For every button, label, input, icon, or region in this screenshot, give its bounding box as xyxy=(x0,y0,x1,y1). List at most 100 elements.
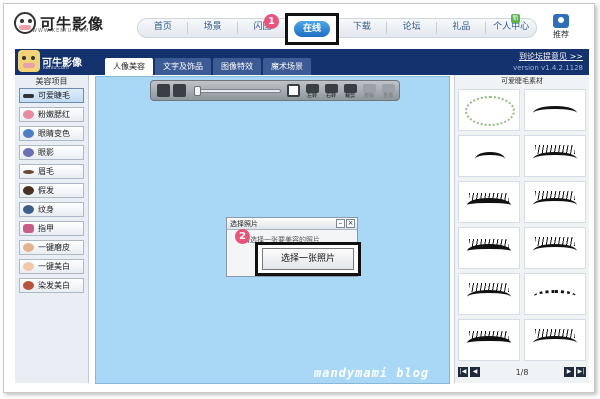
actual-size-icon[interactable] xyxy=(287,84,300,97)
eyelash-icon xyxy=(475,152,505,166)
zoom-slider-knob[interactable] xyxy=(194,86,201,96)
tool-label: 眼睛变色 xyxy=(38,129,70,138)
browser-frame: 可牛影像 WWW.KENIU.COM 首页 场景 闪图 下载 论坛 礼品 个人中… xyxy=(3,3,595,393)
app-tabs: 人像美容 文字及饰品 图像特效 魔术场景 xyxy=(105,58,311,75)
tool-eyeshadow[interactable]: 眼影 xyxy=(19,145,84,160)
material-thumb[interactable] xyxy=(524,273,586,315)
nav-flash[interactable]: 闪图 xyxy=(238,18,288,38)
blush-icon xyxy=(23,110,34,119)
rotate-left-button[interactable]: 左转 xyxy=(303,84,321,100)
material-thumb[interactable] xyxy=(458,273,520,315)
tab-magic-scene[interactable]: 魔术场景 xyxy=(263,58,311,75)
tool-smooth-skin[interactable]: 一键磨皮 xyxy=(19,240,84,255)
tab-text-accessories[interactable]: 文字及饰品 xyxy=(155,58,211,75)
rotate-right-button[interactable]: 右转 xyxy=(322,84,340,100)
nav-download[interactable]: 下载 xyxy=(337,18,387,38)
recommend-label: 推荐 xyxy=(553,30,569,39)
choose-photo-button[interactable]: 选择一张照片 xyxy=(262,248,354,270)
tool-whitening[interactable]: 一键美白 xyxy=(19,259,84,274)
materials-grid xyxy=(458,89,586,361)
version-label: version v1.4.2.1128 xyxy=(513,64,583,72)
minimize-icon[interactable]: – xyxy=(336,219,345,228)
tool-nails[interactable]: 指甲 xyxy=(19,221,84,236)
recommend-button[interactable]: 推荐 xyxy=(546,14,576,40)
first-page-icon[interactable]: |◀ xyxy=(458,367,468,377)
nav-scene[interactable]: 场景 xyxy=(188,18,238,38)
choose-photo-highlight: 选择一张照片 xyxy=(255,242,361,276)
new-badge-icon: 新 xyxy=(511,14,520,23)
tab-image-effects[interactable]: 图像特效 xyxy=(213,58,261,75)
blog-watermark: mandymami blog xyxy=(314,366,430,380)
panel-title: 美容项目 xyxy=(35,77,68,86)
zoom-slider[interactable] xyxy=(194,86,281,96)
material-thumb[interactable] xyxy=(458,227,520,269)
dialog-controls: – × xyxy=(336,219,355,228)
material-thumb[interactable] xyxy=(458,319,520,361)
eyelash-icon xyxy=(467,331,511,350)
tool-wig[interactable]: 假发 xyxy=(19,183,84,198)
wig-icon xyxy=(23,186,34,195)
prev-page-icon[interactable]: ◀ xyxy=(470,367,480,377)
tool-blush[interactable]: 粉嫩腮红 xyxy=(19,107,84,122)
eyelash-icon xyxy=(467,193,511,212)
material-thumb[interactable] xyxy=(524,135,586,177)
nav-online-highlight[interactable]: 在线 xyxy=(285,13,339,45)
step-marker-2: 2 xyxy=(235,229,250,244)
nail-icon xyxy=(23,224,34,233)
nav-online[interactable]: 在线 xyxy=(294,21,330,37)
rotate-left-label: 左转 xyxy=(306,93,317,99)
tool-eyebrow[interactable]: 眉毛 xyxy=(19,164,84,179)
redo-label: 重做 xyxy=(382,93,393,99)
materials-pager: |◀ ◀ 1/8 ▶ ▶| xyxy=(458,365,586,379)
tool-tattoo[interactable]: 纹身 xyxy=(19,202,84,217)
tool-label: 指甲 xyxy=(38,224,54,233)
eyelash-icon xyxy=(533,145,577,166)
crop-button[interactable]: 裁剪 xyxy=(341,84,359,100)
eyelash-icon xyxy=(533,329,577,350)
cow-icon xyxy=(18,50,40,72)
forum-feedback-link[interactable]: 到论坛提意见 >> xyxy=(513,51,583,62)
material-thumb[interactable] xyxy=(458,135,520,177)
eyelash-icon xyxy=(533,237,577,258)
app-links: 到论坛提意见 >> version v1.4.2.1128 xyxy=(513,51,583,72)
nav-forum[interactable]: 论坛 xyxy=(387,18,437,38)
last-page-icon[interactable]: ▶| xyxy=(576,367,586,377)
material-thumb[interactable] xyxy=(458,89,520,131)
undo-button[interactable]: 撤销 xyxy=(360,84,378,100)
tab-portrait-beauty[interactable]: 人像美容 xyxy=(105,58,153,75)
eyelash-icon xyxy=(533,290,577,304)
eyelash-icon xyxy=(533,106,577,120)
tool-label: 纹身 xyxy=(38,205,54,214)
next-page-icon[interactable]: ▶ xyxy=(564,367,574,377)
material-thumb[interactable] xyxy=(524,319,586,361)
redo-button[interactable]: 重做 xyxy=(379,84,397,100)
photo-canvas[interactable]: 左转 右转 裁剪 撤销 重做 选择照片 – × 请选择一张要美容的照片 选择一张… xyxy=(95,76,450,384)
eye-color-icon xyxy=(23,129,34,138)
material-thumb[interactable] xyxy=(524,227,586,269)
tool-label: 一键磨皮 xyxy=(38,243,70,252)
eyelash-icon xyxy=(467,283,511,304)
material-thumb[interactable] xyxy=(524,181,586,223)
material-thumb[interactable] xyxy=(458,181,520,223)
nav-home[interactable]: 首页 xyxy=(138,18,188,38)
app-logo-sub: keniu.com xyxy=(43,65,69,71)
beauty-tools-panel: 美容项目 可爱睫毛 粉嫩腮红 眼睛变色 眼影 眉毛 假发 纹身 指甲 一键磨皮 … xyxy=(15,75,89,383)
site-logo-sub: WWW.KENIU.COM xyxy=(32,28,90,34)
face-icon xyxy=(23,243,34,252)
eyelash-icon xyxy=(467,239,511,258)
materials-panel: 可爱睫毛素材 |◀ ◀ 1/8 ▶ ▶| xyxy=(454,75,589,383)
tool-eye-color[interactable]: 眼睛变色 xyxy=(19,126,84,141)
nav-gift[interactable]: 礼品 xyxy=(437,18,487,38)
material-thumb[interactable] xyxy=(524,89,586,131)
rotate-right-icon xyxy=(324,84,338,93)
close-icon[interactable]: × xyxy=(346,219,355,228)
tool-label: 粉嫩腮红 xyxy=(38,110,70,119)
tool-eyelashes[interactable]: 可爱睫毛 xyxy=(19,88,84,103)
tool-hair-dye[interactable]: 染发美白 xyxy=(19,278,84,293)
open-folder-icon[interactable] xyxy=(157,84,170,97)
materials-title: 可爱睫毛素材 xyxy=(501,77,543,85)
save-icon[interactable] xyxy=(173,84,186,97)
page-indicator: 1/8 xyxy=(515,367,529,377)
site-header: 可牛影像 WWW.KENIU.COM 首页 场景 闪图 下载 论坛 礼品 个人中… xyxy=(4,4,594,48)
wreath-icon xyxy=(465,96,515,126)
